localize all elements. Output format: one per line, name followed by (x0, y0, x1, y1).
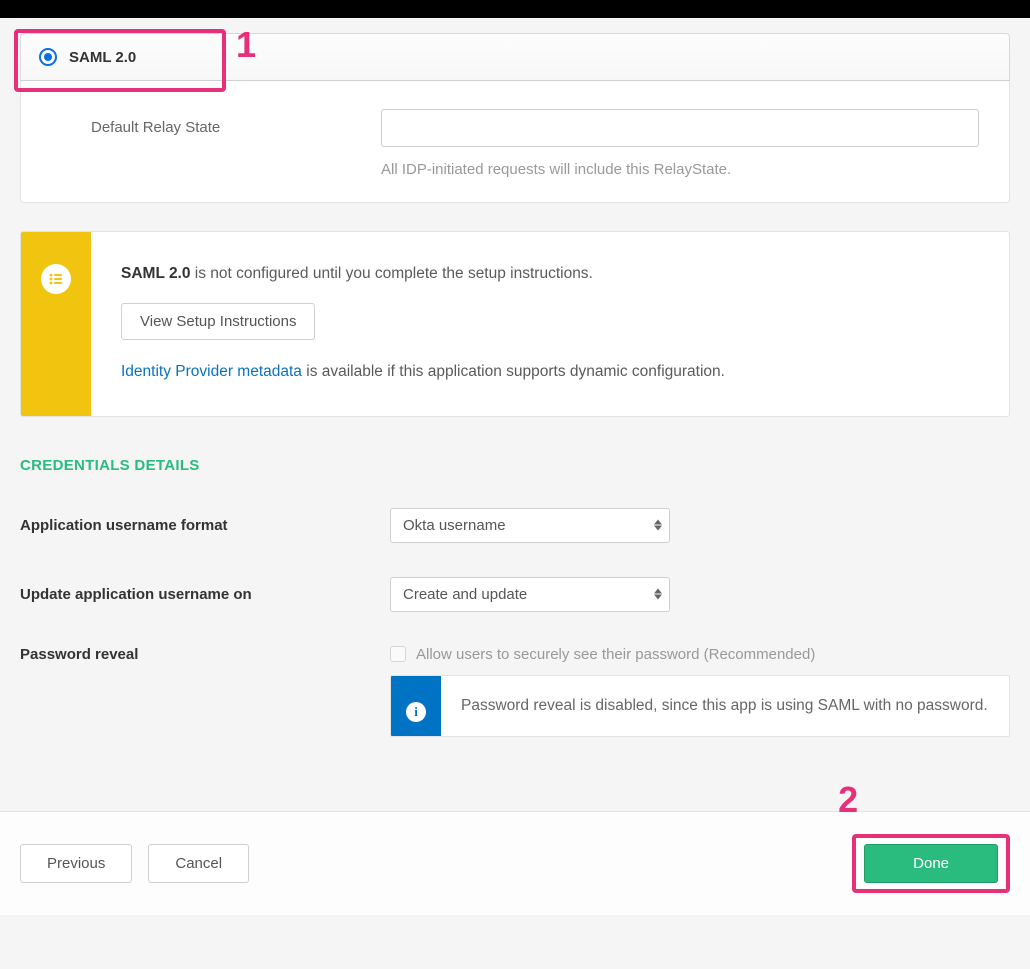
relay-state-panel: Default Relay State All IDP-initiated re… (20, 81, 1010, 203)
password-reveal-checkbox-label: Allow users to securely see their passwo… (416, 646, 815, 663)
done-button[interactable]: Done (864, 844, 998, 883)
identity-provider-metadata-link[interactable]: Identity Provider metadata (121, 363, 302, 380)
credentials-details-heading: CREDENTIALS DETAILS (20, 457, 1010, 474)
saml-option-container: SAML 2.0 1 (20, 33, 1010, 81)
list-icon (41, 264, 71, 294)
view-setup-instructions-button[interactable]: View Setup Instructions (121, 303, 315, 340)
password-reveal-info: i Password reveal is disabled, since thi… (390, 675, 1010, 737)
relay-state-input[interactable] (381, 109, 979, 147)
previous-button[interactable]: Previous (20, 844, 132, 883)
info-icon: i (406, 702, 426, 722)
setup-banner: SAML 2.0 is not configured until you com… (20, 231, 1010, 417)
annotation-1: 1 (14, 29, 256, 92)
wizard-footer: Previous Cancel 2 Done (0, 811, 1030, 915)
password-reveal-info-text: Password reveal is disabled, since this … (441, 676, 1009, 736)
setup-message: SAML 2.0 is not configured until you com… (121, 262, 979, 285)
password-reveal-label: Password reveal (20, 646, 370, 663)
app-username-format-select[interactable]: Okta username (390, 508, 670, 543)
update-username-on-select[interactable]: Create and update (390, 577, 670, 612)
cancel-button[interactable]: Cancel (148, 844, 249, 883)
app-username-format-label: Application username format (20, 517, 370, 534)
done-highlight-box: Done (852, 834, 1010, 893)
annotation-2: 2 (838, 782, 868, 818)
setup-icon-column (21, 232, 91, 416)
relay-state-label: Default Relay State (51, 109, 361, 136)
relay-state-hint: All IDP-initiated requests will include … (381, 161, 979, 178)
top-blackbar (0, 0, 1030, 18)
update-username-on-label: Update application username on (20, 586, 370, 603)
idp-metadata-line: Identity Provider metadata is available … (121, 360, 979, 383)
password-reveal-checkbox[interactable] (390, 646, 406, 662)
